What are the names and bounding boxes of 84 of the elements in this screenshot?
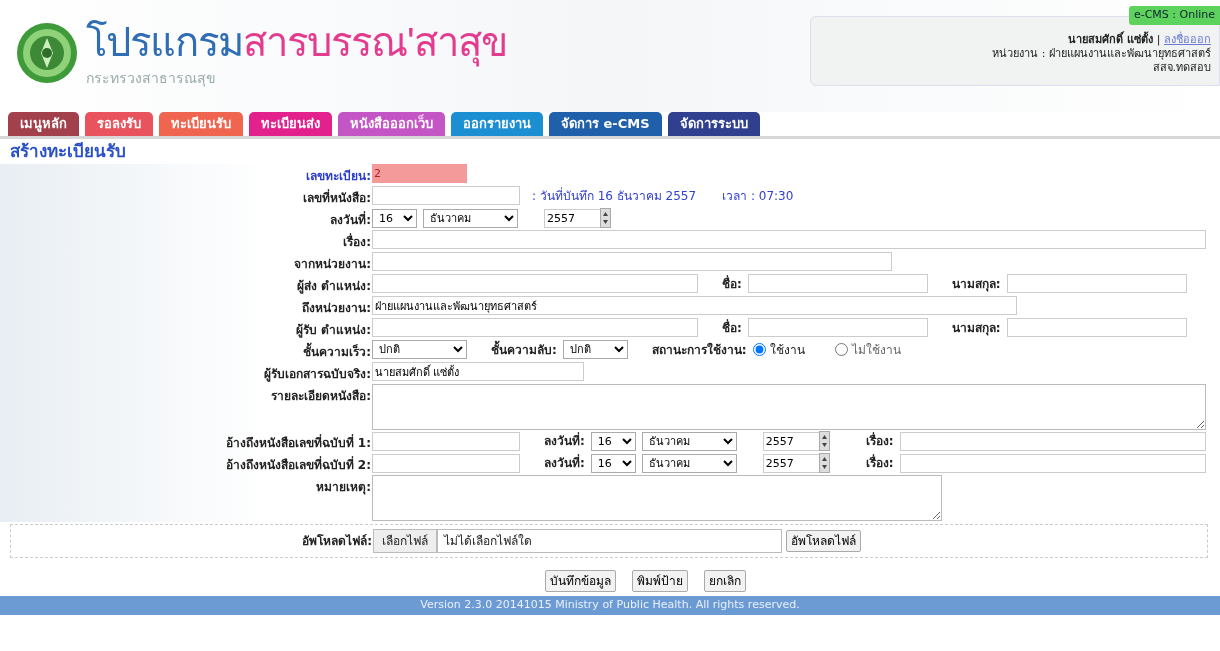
- upload-button[interactable]: อัพโหลดไฟล์: [786, 530, 861, 552]
- choose-file-button[interactable]: เลือกไฟล์: [373, 529, 437, 553]
- page-title: สร้างทะเบียนรับ: [9, 139, 127, 163]
- radio-option[interactable]: ใช้งาน: [752, 340, 805, 359]
- separator-text: |: [1156, 33, 1161, 46]
- seal-logo: [16, 21, 78, 84]
- input-field[interactable]: [372, 274, 698, 293]
- radio-button[interactable]: [834, 343, 848, 356]
- field-label: สถานะการใช้งาน:: [651, 341, 747, 359]
- menu-tab[interactable]: จัดการ e-CMS: [549, 112, 662, 136]
- field-label: ชื่อ:: [722, 274, 742, 293]
- input-field[interactable]: [372, 453, 520, 473]
- dropdown[interactable]: 16: [590, 431, 636, 451]
- input-field[interactable]: [899, 431, 1206, 451]
- input-field[interactable]: [747, 274, 928, 293]
- unit-text: หน่วยงาน : ฝ่ายแผนงานและพัฒนายุทธศาสตร์: [991, 46, 1211, 61]
- field-label: อัพโหลดไฟล์:: [301, 533, 373, 550]
- field-label: ลงวันที่:: [329, 210, 372, 229]
- field-label: ผู้รับ ตำแหน่ง:: [295, 322, 372, 339]
- field-label: หมายเหตุ:: [315, 479, 372, 496]
- ministry-subtitle: กระทรวงสาธารณสุข: [86, 69, 217, 89]
- status-badge: e-CMS : Online: [1128, 6, 1220, 25]
- field-label: ชั้นความเร็ว:: [0, 340, 372, 361]
- dropdown[interactable]: ธันวาคม: [423, 208, 518, 228]
- field-label: รายละเอียดหนังสือ:: [270, 388, 372, 405]
- field-label: อ้างถึงหนังสือเลขที่ฉบับที่ 2:: [224, 455, 372, 474]
- input-field[interactable]: [1006, 318, 1187, 337]
- input-field[interactable]: [372, 318, 698, 337]
- logout-link[interactable]: ลงชื่อออก: [1164, 33, 1211, 46]
- field-label: เรื่อง:: [865, 432, 894, 450]
- app-title: โปรแกรมสารบรรณ'สาสุข: [86, 16, 507, 68]
- input-field[interactable]: [372, 431, 520, 451]
- field-label: เรื่อง:: [865, 454, 894, 472]
- year-field[interactable]: 2557: [762, 453, 819, 473]
- spinner-icon[interactable]: [818, 431, 830, 451]
- field-label: เลขทะเบียน:: [305, 168, 372, 185]
- field-label: ลงวันที่:: [544, 454, 585, 472]
- menu-tab[interactable]: เมนูหลัก: [8, 112, 79, 136]
- file-name-field[interactable]: ไม่ได้เลือกไฟล์ใด: [437, 529, 782, 553]
- input-field[interactable]: นายสมศักดิ์ แซ่ตั้ง: [372, 362, 584, 381]
- field-label: ชั้นความลับ:: [491, 340, 557, 359]
- field-label: อ้างถึงหนังสือเลขที่ฉบับที่ 1:: [224, 433, 372, 452]
- spinner-icon[interactable]: [818, 453, 830, 473]
- input-field[interactable]: [372, 230, 1206, 249]
- footer-text: Version 2.3.0 20141015 Ministry of Public Health. All rights reserved.: [0, 596, 1220, 615]
- input-field[interactable]: [747, 318, 928, 337]
- info-text: : วันที่บันทึก 16 ธันวาคม 2557: [532, 186, 697, 205]
- field-label: เรื่อง:: [342, 232, 372, 251]
- field-label: ผู้รับเอกสารฉบับจริง:: [263, 366, 372, 383]
- office-text: สสจ.ทดสอบ: [1151, 60, 1211, 75]
- input-field[interactable]: [372, 252, 892, 271]
- menu-tab[interactable]: หนังสือออกเว็บ: [338, 112, 445, 136]
- input-field[interactable]: [899, 453, 1206, 473]
- dropdown[interactable]: ปกติ: [562, 340, 628, 359]
- field-label: ชื่อ:: [722, 318, 742, 337]
- dropdown[interactable]: 16: [372, 208, 417, 228]
- field-label: นามสกุล:: [951, 275, 1001, 293]
- year-field[interactable]: 2557: [544, 208, 600, 228]
- user-name: นายสมศักดิ์ แซ่ตั้ง: [1068, 33, 1154, 46]
- year-field[interactable]: 2557: [762, 431, 819, 451]
- field-label: ลงวันที่:: [544, 432, 585, 450]
- field-label: ผู้ส่ง ตำแหน่ง:: [296, 278, 372, 295]
- form-button[interactable]: พิมพ์ป้าย: [631, 570, 688, 592]
- form-button[interactable]: บันทึกข้อมูล: [544, 570, 616, 592]
- dropdown[interactable]: 16: [590, 453, 636, 473]
- form-button[interactable]: ยกเลิก: [703, 570, 746, 592]
- spinner-icon[interactable]: [600, 208, 611, 228]
- dropdown[interactable]: ปกติ: [372, 340, 467, 359]
- menu-tab[interactable]: รอลงรับ: [85, 112, 153, 136]
- dropdown[interactable]: ธันวาคม: [641, 453, 737, 473]
- radio-option[interactable]: ไม่ใช้งาน: [834, 340, 901, 359]
- menu-tab[interactable]: ออกรายงาน: [451, 112, 543, 136]
- field-label: ถึงหน่วยงาน:: [301, 300, 372, 317]
- info-text: เวลา : 07:30: [722, 187, 794, 205]
- input-field[interactable]: [1006, 274, 1187, 293]
- menu-tab[interactable]: จัดการระบบ: [667, 112, 760, 136]
- input-field[interactable]: [372, 186, 520, 205]
- input-field[interactable]: ฝ่ายแผนงานและพัฒนายุทธศาสตร์: [372, 296, 1017, 315]
- menu-tab[interactable]: ทะเบียนส่ง: [249, 112, 332, 136]
- field-label: นามสกุล:: [951, 319, 1001, 337]
- field-label: เลขที่หนังสือ:: [302, 188, 372, 207]
- radio-button[interactable]: [752, 343, 766, 356]
- dropdown[interactable]: ธันวาคม: [641, 431, 737, 451]
- field-label: จากหน่วยงาน:: [293, 256, 372, 273]
